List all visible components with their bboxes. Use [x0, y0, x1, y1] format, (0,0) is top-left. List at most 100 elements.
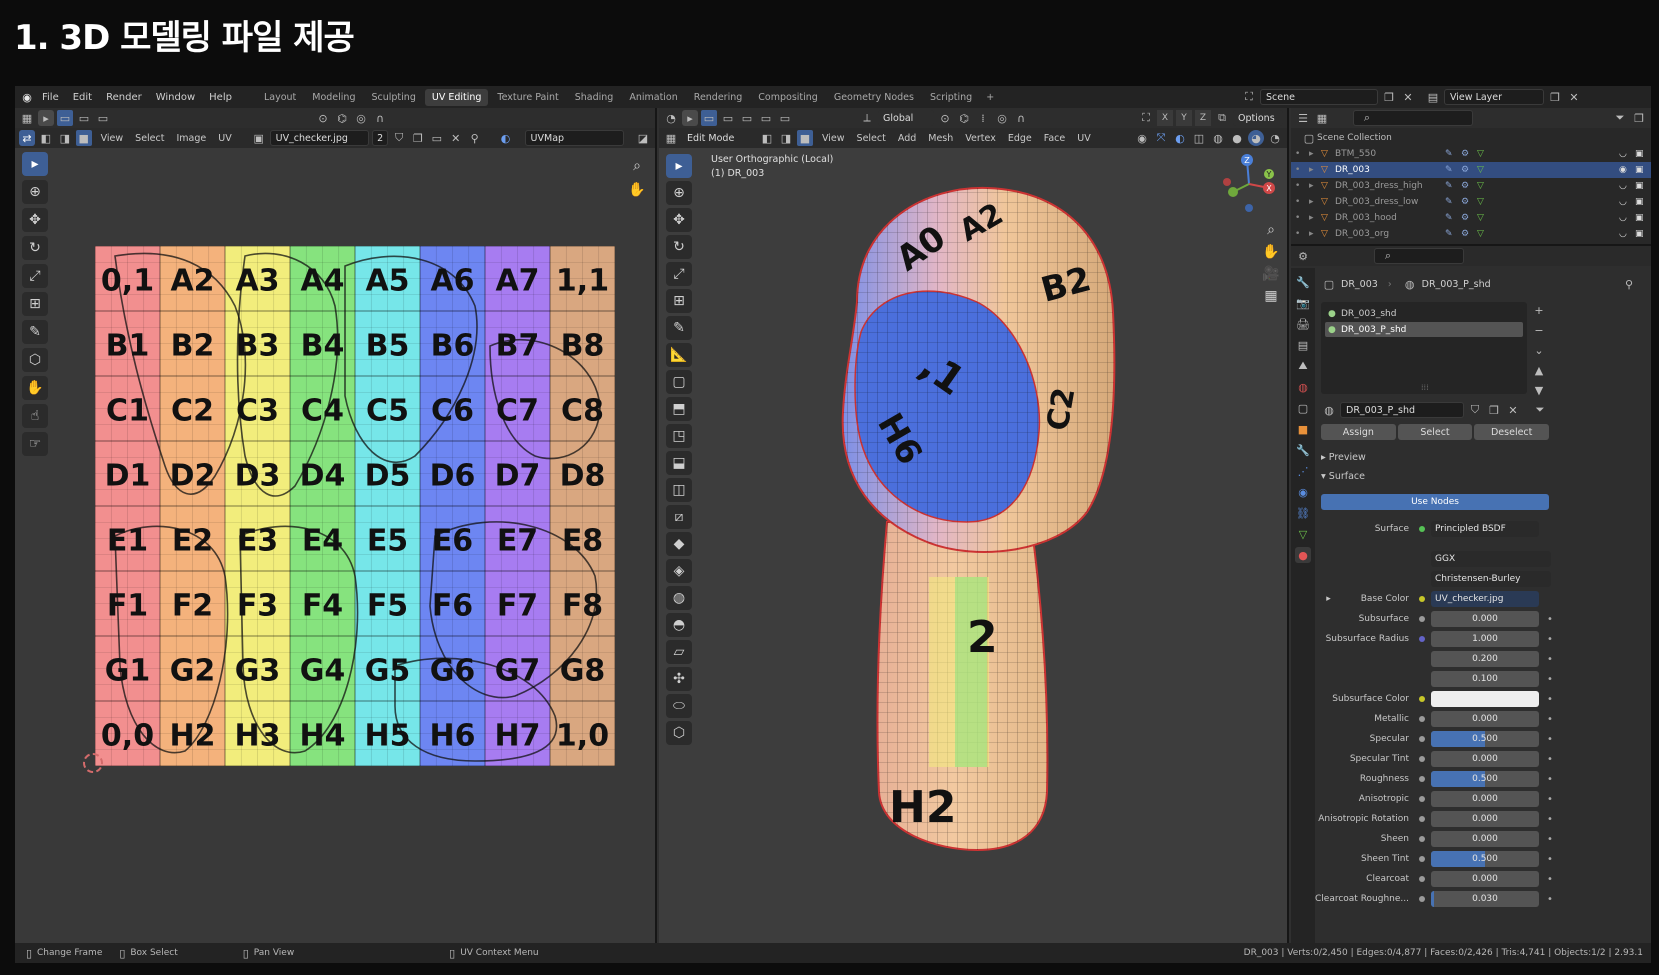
fake-user-icon[interactable]: ⛉: [391, 130, 407, 146]
bsdf-value-slider[interactable]: 0.000: [1431, 871, 1539, 887]
expand-dot-icon[interactable]: •: [1295, 229, 1309, 239]
render-camera-icon[interactable]: ▣: [1635, 181, 1651, 191]
gizmo-icon[interactable]: ⤧: [1153, 130, 1169, 146]
base-color-texture-field[interactable]: UV_checker.jpg: [1431, 591, 1539, 607]
select-box-tool-icon[interactable]: ▸: [666, 154, 692, 178]
camera-icon[interactable]: 🎥: [1261, 264, 1281, 284]
world-tab-icon[interactable]: ◍: [1295, 379, 1311, 395]
auto-merge-icon[interactable]: ⧉: [1214, 110, 1230, 126]
tab-scripting[interactable]: Scripting: [923, 89, 979, 106]
add-workspace-button[interactable]: +: [979, 89, 1001, 106]
expand-arrow-icon[interactable]: ▸: [1309, 197, 1321, 207]
expand-arrow-icon[interactable]: ▸: [1309, 181, 1321, 191]
mannequin-mesh[interactable]: A0 A2 B2 ,1 H6 C2 2 H2: [817, 182, 1137, 862]
collection-tab-icon[interactable]: ▢: [1295, 400, 1311, 416]
rotate-tool-icon[interactable]: ↻: [666, 235, 692, 259]
knife-tool-icon[interactable]: ⧄: [666, 505, 692, 529]
distribution-dropdown[interactable]: GGX: [1431, 551, 1551, 567]
cursor-tool-icon[interactable]: ⊕: [666, 181, 692, 205]
tab-geometry-nodes[interactable]: Geometry Nodes: [827, 89, 921, 106]
rotate-tool-icon[interactable]: ↻: [22, 236, 48, 260]
overlay-icon[interactable]: ◐: [498, 130, 514, 146]
loop-cut-tool-icon[interactable]: ◫: [666, 478, 692, 502]
new-collection-icon[interactable]: ❐: [1631, 110, 1647, 126]
keyframe-dot-icon[interactable]: •: [1547, 774, 1553, 785]
expand-dot-icon[interactable]: •: [1295, 213, 1309, 223]
snap-icon[interactable]: ⌬: [334, 110, 350, 126]
editor-type-3d-icon[interactable]: ◔: [663, 110, 679, 126]
grab-tool-icon[interactable]: ✋: [22, 376, 48, 400]
render-camera-icon[interactable]: ▣: [1635, 149, 1651, 159]
tab-sculpting[interactable]: Sculpting: [364, 89, 422, 106]
tab-modeling[interactable]: Modeling: [305, 89, 362, 106]
select-mode-intersect-icon[interactable]: ▭: [777, 110, 793, 126]
expand-arrow-icon[interactable]: ▸: [1309, 229, 1321, 239]
select-mode-subtract-icon[interactable]: ▭: [95, 110, 111, 126]
menu-file[interactable]: File: [35, 92, 66, 103]
expand-arrow-icon[interactable]: ▸: [1309, 213, 1321, 223]
vertex-select-icon[interactable]: ◧: [38, 130, 54, 146]
tab-shading[interactable]: Shading: [568, 89, 621, 106]
keyframe-dot-icon[interactable]: •: [1547, 854, 1553, 865]
bevel-tool-icon[interactable]: ⬓: [666, 451, 692, 475]
render-tab-icon[interactable]: 📷: [1295, 295, 1311, 311]
view-layer-tab-icon[interactable]: ▤: [1295, 337, 1311, 353]
tab-animation[interactable]: Animation: [622, 89, 684, 106]
material-field[interactable]: DR_003_P_shd: [1340, 402, 1464, 418]
render-camera-icon[interactable]: ▣: [1635, 229, 1651, 239]
edge-select-icon[interactable]: ◨: [778, 130, 794, 146]
select-tool-icon[interactable]: ▸: [38, 110, 54, 126]
display-channels-icon[interactable]: ◪: [635, 130, 651, 146]
viewport-menu-edge[interactable]: Edge: [1002, 133, 1038, 144]
shrink-fatten-tool-icon[interactable]: ◓: [666, 613, 692, 637]
bsdf-value-slider[interactable]: [1431, 691, 1539, 707]
slot-specials-icon[interactable]: ⌄: [1531, 342, 1547, 358]
annotate-tool-icon[interactable]: ✎: [666, 316, 692, 340]
pin-icon[interactable]: ⚲: [1621, 276, 1637, 292]
keyframe-dot-icon[interactable]: •: [1547, 814, 1553, 825]
uv-checker-canvas[interactable]: 0,1 A2 A3 A4 A5 A6 A7 1,1B1 B2 B3 B4 B5 B6 B7 B8C1 C2 C3…: [95, 246, 615, 766]
render-camera-icon[interactable]: ▣: [1635, 213, 1651, 223]
face-select-icon[interactable]: ■: [75, 130, 92, 146]
axis-y-toggle[interactable]: Y: [1176, 110, 1192, 126]
viewport-menu-select[interactable]: Select: [851, 133, 892, 144]
blender-logo-icon[interactable]: ◉: [19, 89, 35, 105]
material-fake-user-icon[interactable]: ⛉: [1467, 402, 1483, 418]
mirror-icon[interactable]: ⛶: [1138, 110, 1154, 126]
bsdf-value-slider[interactable]: 0.000: [1431, 791, 1539, 807]
use-nodes-button[interactable]: Use Nodes: [1321, 494, 1549, 510]
bsdf-value-slider[interactable]: 0.000: [1431, 831, 1539, 847]
zoom-icon[interactable]: ⌕: [1261, 220, 1281, 240]
select-mode-extend-icon[interactable]: ▭: [76, 110, 92, 126]
zoom-icon[interactable]: ⌕: [627, 156, 647, 176]
xray-icon[interactable]: ◫: [1191, 130, 1207, 146]
falloff-icon[interactable]: ∩: [1013, 110, 1029, 126]
select-tool-icon[interactable]: ▸: [682, 110, 698, 126]
uv-menu-view[interactable]: View: [95, 133, 130, 144]
visibility-icon[interactable]: ◉: [1134, 130, 1150, 146]
expand-dot-icon[interactable]: •: [1295, 197, 1309, 207]
particles-tab-icon[interactable]: ⋰: [1295, 463, 1311, 479]
keyframe-dot-icon[interactable]: •: [1547, 874, 1553, 885]
output-tab-icon[interactable]: 🖨: [1295, 316, 1311, 332]
select-box-tool-icon[interactable]: ▸: [22, 152, 48, 176]
pivot-icon[interactable]: ⊙: [937, 110, 953, 126]
select-mode-subtract-icon[interactable]: ▭: [739, 110, 755, 126]
outliner-editor-icon[interactable]: ☰: [1295, 110, 1311, 126]
axis-x-toggle[interactable]: X: [1157, 110, 1173, 126]
sss-method-dropdown[interactable]: Christensen-Burley: [1431, 571, 1551, 587]
render-camera-icon[interactable]: ▣: [1635, 197, 1651, 207]
outliner-search[interactable]: ⌕: [1353, 110, 1473, 126]
orientation-selector[interactable]: Global: [878, 110, 934, 126]
expand-arrow-icon[interactable]: ▸: [1309, 165, 1321, 175]
keyframe-dot-icon[interactable]: •: [1547, 674, 1553, 685]
material-slot[interactable]: ● DR_003_shd: [1325, 306, 1523, 321]
expand-dot-icon[interactable]: •: [1295, 165, 1309, 175]
tool-tab-icon[interactable]: 🔧: [1295, 274, 1311, 290]
cursor-tool-icon[interactable]: ⊕: [22, 180, 48, 204]
select-mode-new-icon[interactable]: ▭: [57, 110, 73, 126]
scene-selector[interactable]: Scene: [1260, 89, 1378, 105]
extrude-tool-icon[interactable]: ⬒: [666, 397, 692, 421]
pinch-tool-icon[interactable]: ☞: [22, 432, 48, 456]
properties-search[interactable]: ⌕: [1374, 248, 1464, 264]
